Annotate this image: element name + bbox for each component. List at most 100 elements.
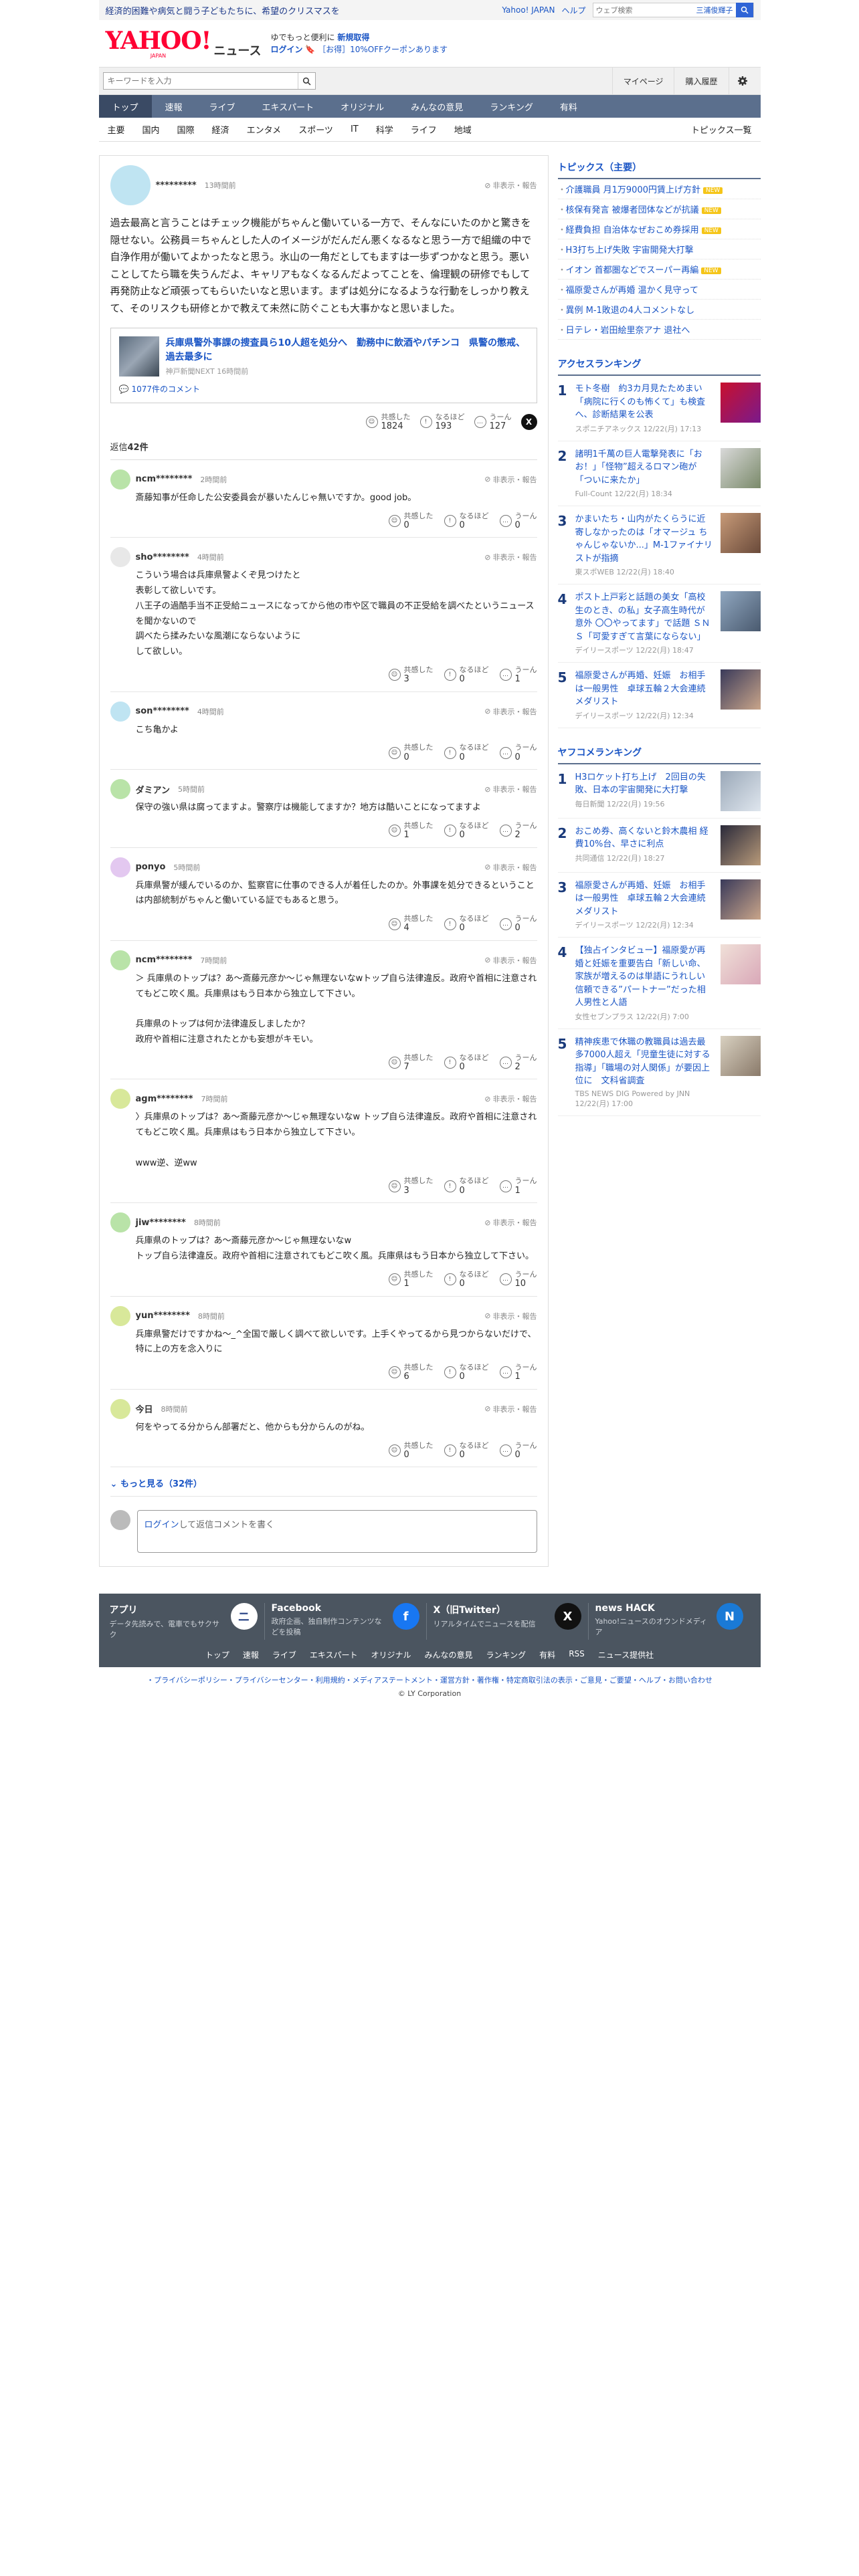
ranking-item[interactable]: 5 福原愛さんが再婚、妊娠 お相手は一般男性 卓球五輪２大会連続メダリスト デイリー… <box>557 663 761 728</box>
report-button[interactable]: ⊘ 非表示・報告 <box>484 706 537 717</box>
report-button[interactable]: ⊘ 非表示・報告 <box>484 1311 537 1321</box>
react-empathy[interactable]: ☺ 共感した 3 <box>388 1176 434 1196</box>
signup-link[interactable]: 新規取得 <box>337 33 369 42</box>
report-button[interactable]: ⊘ 非表示・報告 <box>484 1093 537 1104</box>
report-button[interactable]: ⊘ 非表示・報告 <box>484 784 537 794</box>
yahoo-japan-link[interactable]: Yahoo! JAPAN <box>502 5 555 15</box>
react-doubt[interactable]: … うーん 0 <box>499 914 537 934</box>
ranking-item[interactable]: 3 福原愛さんが再婚、妊娠 お相手は一般男性 卓球五輪２大会連続メダリスト デイリー… <box>557 873 761 938</box>
react-doubt[interactable]: … うーん 1 <box>499 1363 537 1382</box>
react-empathy[interactable]: ☺ 共感した 1824 <box>365 413 411 432</box>
article-card[interactable]: 兵庫県警外事課の捜査員ら10人超を処分へ 勤務中に飲酒やパチンコ 県警の懲戒、過… <box>110 328 537 403</box>
promo-link[interactable]: 経済的困難や病気と闘う子どもたちに、希望のクリスマスを <box>106 4 340 17</box>
react-insight[interactable]: ! なるほど 0 <box>444 1053 489 1073</box>
report-button[interactable]: ⊘ 非表示・報告 <box>484 1217 537 1228</box>
footer-link[interactable]: RSS <box>569 1649 585 1660</box>
react-empathy[interactable]: ☺ 共感した 0 <box>388 512 434 531</box>
cat-entertainment[interactable]: エンタメ <box>238 123 290 136</box>
article-title[interactable]: 兵庫県警外事課の捜査員ら10人超を処分へ 勤務中に飲酒やパチンコ 県警の懲戒、過… <box>166 336 529 364</box>
cat-it[interactable]: IT <box>342 124 367 134</box>
login-link[interactable]: ログイン <box>270 45 302 54</box>
cat-life[interactable]: ライフ <box>402 123 446 136</box>
react-doubt[interactable]: … うーん 127 <box>474 413 512 432</box>
ranking-item[interactable]: 4 【独占インタビュー】福原愛が再婚と妊娠を重要告白「新しい命、家族が増えるのは単… <box>557 938 761 1029</box>
nav-top[interactable]: トップ <box>98 95 152 118</box>
footer-link[interactable]: エキスパート <box>310 1649 358 1660</box>
search-hint[interactable]: 三浦俊輝子 <box>694 5 736 15</box>
react-insight[interactable]: ! なるほど 0 <box>444 914 489 934</box>
ranking-item[interactable]: 2 諸明1千萬の巨人電撃発表に「お お！」「怪物”超えるロマン砲が「ついに来たか」… <box>557 441 761 506</box>
ranking-item[interactable]: 1 モト冬樹 約3カ月見たためまい「病院に行くのも怖くて」も検査へ、診断結果を公表… <box>557 376 761 441</box>
settings-button[interactable] <box>728 67 757 95</box>
news-search-input[interactable] <box>103 73 298 89</box>
footer-link[interactable]: オリジナル <box>371 1649 411 1660</box>
web-search-button[interactable] <box>735 3 753 17</box>
legal-links[interactable]: ・プライバシーポリシー・プライバシーセンター・利用規約・メディアステートメント・… <box>99 1674 761 1687</box>
react-insight[interactable]: ! なるほど 0 <box>444 665 489 685</box>
footer-link[interactable]: 有料 <box>539 1649 555 1660</box>
nav-live[interactable]: ライブ <box>196 95 249 118</box>
react-doubt[interactable]: … うーん 1 <box>499 1176 537 1196</box>
react-insight[interactable]: ! なるほど 0 <box>444 1270 489 1289</box>
x-share-button[interactable]: X <box>520 414 537 431</box>
footer-link[interactable]: ライブ <box>272 1649 296 1660</box>
react-empathy[interactable]: ☺ 共感した 4 <box>388 914 434 934</box>
nav-original[interactable]: オリジナル <box>327 95 397 118</box>
report-button[interactable]: ⊘ 非表示・報告 <box>484 862 537 873</box>
react-insight[interactable]: ! なるほど 0 <box>444 1441 489 1461</box>
footer-app-card[interactable]: news HACK Yahoo!ニュースのオウンドメディア N <box>595 1603 750 1640</box>
reply-input[interactable]: ログインして返信コメントを書く <box>136 1510 537 1553</box>
footer-link[interactable]: トップ <box>205 1649 229 1660</box>
history-link[interactable]: 購入履歴 <box>674 67 728 95</box>
nav-paid[interactable]: 有料 <box>547 95 591 118</box>
topic-item[interactable]: 異例 M-1敗退の4人コメントなし <box>557 300 761 320</box>
topic-item[interactable]: イオン 首都圏などでスーパー再編NEW <box>557 259 761 280</box>
react-insight[interactable]: ! なるほど 0 <box>444 743 489 762</box>
footer-link[interactable]: みんなの意見 <box>425 1649 473 1660</box>
topic-item[interactable]: 核保有発言 被爆者団体などが抗議NEW <box>557 199 761 219</box>
footer-app-card[interactable]: アプリ データ先読みで、電車でもサクサクニ <box>110 1603 265 1640</box>
article-comments-link[interactable]: 💬 1077件のコメント <box>119 383 529 395</box>
news-search-button[interactable] <box>297 73 315 89</box>
report-button[interactable]: ⊘ 非表示・報告 <box>484 180 537 191</box>
ranking-item[interactable]: 1 H3ロケット打ち上げ 2回目の失敗、日本の宇宙開発に大打撃 毎日新聞 12/22… <box>557 764 761 819</box>
nav-expert[interactable]: エキスパート <box>249 95 328 118</box>
footer-app-card[interactable]: Facebook 政府企画、独自制作コンテンツなどを投稿 f <box>272 1603 427 1640</box>
react-doubt[interactable]: … うーん 1 <box>499 665 537 685</box>
coupon-link[interactable]: ［お得］10%OFFクーポンあります <box>318 45 448 54</box>
footer-link[interactable]: ランキング <box>486 1649 527 1660</box>
topic-item[interactable]: 福原愛さんが再婚 温かく見守って <box>557 280 761 300</box>
report-button[interactable]: ⊘ 非表示・報告 <box>484 474 537 485</box>
react-empathy[interactable]: ☺ 共感した 7 <box>388 1053 434 1073</box>
report-button[interactable]: ⊘ 非表示・報告 <box>484 955 537 966</box>
mypage-link[interactable]: マイページ <box>611 67 674 95</box>
react-insight[interactable]: ! なるほど 0 <box>444 1176 489 1196</box>
cat-sports[interactable]: スポーツ <box>290 123 342 136</box>
footer-app-card[interactable]: X（旧Twitter） リアルタイムでニュースを配信 X <box>434 1603 589 1640</box>
cat-economy[interactable]: 経済 <box>203 123 238 136</box>
ranking-item[interactable]: 2 おこめ券、高くないと鈴木農相 経費10%台、早さに利点 共同通信 12/22(月… <box>557 819 761 873</box>
topic-item[interactable]: H3打ち上げ失敗 宇宙開発大打撃 <box>557 239 761 259</box>
react-empathy[interactable]: ☺ 共感した 6 <box>388 1363 434 1382</box>
report-button[interactable]: ⊘ 非表示・報告 <box>484 552 537 562</box>
ranking-item[interactable]: 3 かまいたち・山内がたくらうに近 寄しなかったのは「オマージュ ちゃんじゃないか… <box>557 506 761 584</box>
topic-item[interactable]: 介護職員 月1万9000円賃上げ方針NEW <box>557 179 761 199</box>
cat-main[interactable]: 主要 <box>99 123 134 136</box>
ranking-item[interactable]: 4 ポスト上戸彩と話題の美女「高校 生のとき、の私」女子高生時代が意外 〇〇やって… <box>557 584 761 663</box>
react-empathy[interactable]: ☺ 共感した 3 <box>388 665 434 685</box>
nav-ranking[interactable]: ランキング <box>476 95 547 118</box>
report-button[interactable]: ⊘ 非表示・報告 <box>484 1404 537 1414</box>
help-link[interactable]: ヘルプ <box>561 5 585 16</box>
react-doubt[interactable]: … うーん 2 <box>499 1053 537 1073</box>
reply-login-link[interactable]: ログイン <box>145 1520 179 1530</box>
react-insight[interactable]: ! なるほど 193 <box>419 413 465 432</box>
react-insight[interactable]: ! なるほど 0 <box>444 1363 489 1382</box>
cat-world[interactable]: 国際 <box>169 123 203 136</box>
react-doubt[interactable]: … うーん 0 <box>499 512 537 531</box>
react-doubt[interactable]: … うーん 10 <box>499 1270 537 1289</box>
footer-link[interactable]: ニュース提供社 <box>598 1649 654 1660</box>
react-doubt[interactable]: … うーん 0 <box>499 743 537 762</box>
cat-science[interactable]: 科学 <box>367 123 402 136</box>
topic-item[interactable]: 経費負担 自治体なぜおこめ券採用NEW <box>557 219 761 239</box>
react-doubt[interactable]: … うーん 2 <box>499 821 537 841</box>
